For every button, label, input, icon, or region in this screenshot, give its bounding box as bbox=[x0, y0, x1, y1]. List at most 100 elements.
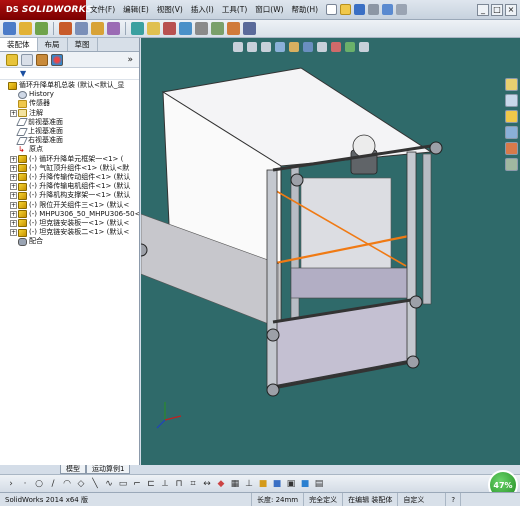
expand-toggle[interactable]: + bbox=[10, 210, 17, 218]
menu-insert[interactable]: 插入(I) bbox=[187, 0, 218, 20]
tree-item[interactable]: + (-) 坦克链安装板二<1> (默认< bbox=[0, 228, 139, 237]
expand-toggle[interactable]: + bbox=[10, 192, 17, 200]
polygon-icon[interactable]: ◇ bbox=[76, 479, 86, 489]
dimension-icon[interactable]: ↔ bbox=[202, 479, 212, 489]
undo-icon[interactable] bbox=[382, 4, 394, 15]
expand-toggle[interactable]: + bbox=[10, 173, 17, 181]
tree-item[interactable]: History bbox=[0, 90, 139, 99]
slot-icon[interactable]: ⊏ bbox=[146, 479, 156, 489]
box-icon[interactable]: ▣ bbox=[286, 479, 296, 489]
linear-pattern-icon[interactable] bbox=[91, 22, 104, 35]
expand-toggle[interactable]: + bbox=[10, 229, 17, 237]
show-hidden-icon[interactable] bbox=[131, 22, 144, 35]
tab-motion-study[interactable]: 运动算例1 bbox=[86, 465, 131, 474]
reference-geometry-icon[interactable] bbox=[163, 22, 176, 35]
tab-model[interactable]: 模型 bbox=[60, 465, 86, 474]
funnel-icon[interactable]: ▼ bbox=[20, 69, 26, 78]
menu-help[interactable]: 帮助(H) bbox=[288, 0, 323, 20]
tree-item[interactable]: + (-) 升降传输电机组件<1> (默认 bbox=[0, 182, 139, 191]
relation-icon[interactable]: ⊥ bbox=[244, 479, 254, 489]
minimize-button[interactable]: _ bbox=[477, 3, 489, 16]
color-icon[interactable]: ■ bbox=[258, 479, 268, 489]
print-icon[interactable] bbox=[368, 4, 380, 15]
tree-item[interactable]: + (-) 升降机构支撑架一<1> (默认 bbox=[0, 191, 139, 200]
offset-icon[interactable]: ⊓ bbox=[174, 479, 184, 489]
spline-icon[interactable]: ∿ bbox=[104, 479, 114, 489]
home-icon[interactable] bbox=[505, 78, 518, 91]
corner-icon[interactable]: ⌐ bbox=[132, 479, 142, 489]
point-icon[interactable]: · bbox=[20, 479, 30, 489]
view-palette-icon[interactable] bbox=[505, 126, 518, 139]
tree-filter[interactable]: ▼ bbox=[0, 68, 139, 80]
bill-of-materials-icon[interactable] bbox=[195, 22, 208, 35]
close-button[interactable]: × bbox=[505, 3, 517, 16]
chevron-icon[interactable]: › bbox=[6, 479, 16, 489]
tree-item[interactable]: 传感器 bbox=[0, 99, 139, 108]
menu-view[interactable]: 视图(V) bbox=[153, 0, 187, 20]
arc-icon[interactable]: ◠ bbox=[62, 479, 72, 489]
smart-dimension-icon[interactable] bbox=[35, 22, 48, 35]
open-folder-icon[interactable] bbox=[340, 4, 352, 15]
tab-assembly[interactable]: 装配体 bbox=[0, 38, 38, 51]
interference-detection-icon[interactable] bbox=[227, 22, 240, 35]
tree-item[interactable]: + (-) 气缸顶升组件<1> (默认<默 bbox=[0, 164, 139, 173]
tab-layout[interactable]: 布局 bbox=[38, 38, 68, 51]
sketch-tool-icon[interactable] bbox=[19, 22, 32, 35]
expand-toggle[interactable]: + bbox=[10, 183, 17, 191]
design-library-icon[interactable] bbox=[505, 94, 518, 107]
move-component-icon[interactable] bbox=[107, 22, 120, 35]
mirror-icon[interactable]: ⌗ bbox=[188, 479, 198, 489]
part-icon[interactable]: ■ bbox=[272, 479, 282, 489]
select-icon[interactable] bbox=[396, 4, 408, 15]
configuration-manager-icon[interactable] bbox=[36, 53, 48, 66]
tree-item[interactable]: 右视基准面 bbox=[0, 136, 139, 145]
tree-item[interactable]: + (-) 坦克链安装板一<1> (默认< bbox=[0, 219, 139, 228]
tree-item[interactable]: 上视基准面 bbox=[0, 127, 139, 136]
tree-item[interactable]: + (-) 限位开关组件三<1> (默认< bbox=[0, 200, 139, 210]
exploded-view-icon[interactable] bbox=[211, 22, 224, 35]
expand-toggle[interactable]: + bbox=[10, 109, 17, 117]
new-document-icon[interactable] bbox=[326, 4, 338, 15]
graphics-viewport[interactable] bbox=[141, 38, 520, 465]
property-manager-icon[interactable] bbox=[21, 53, 33, 66]
tree-item[interactable]: + 注解 bbox=[0, 109, 139, 118]
line-icon[interactable]: / bbox=[48, 479, 58, 489]
display-manager-icon[interactable] bbox=[51, 53, 63, 66]
tree-item[interactable]: 前视基准面 bbox=[0, 118, 139, 127]
expand-toggle[interactable]: + bbox=[10, 219, 17, 227]
custom-properties-icon[interactable] bbox=[505, 158, 518, 171]
insert-component-icon[interactable] bbox=[59, 22, 72, 35]
tag-icon[interactable]: ◆ bbox=[216, 479, 226, 489]
assembly-features-icon[interactable] bbox=[147, 22, 160, 35]
menu-edit[interactable]: 编辑(E) bbox=[119, 0, 153, 20]
new-motion-study-icon[interactable] bbox=[179, 22, 192, 35]
menu-tools[interactable]: 工具(T) bbox=[218, 0, 251, 20]
units-custom[interactable]: 自定义 bbox=[398, 492, 447, 506]
feature-manager-icon[interactable] bbox=[6, 53, 18, 66]
solidworks-logo[interactable]: DS SOLIDWORKS bbox=[0, 0, 92, 20]
tree-root[interactable]: 循环升降单机总装 (默认<默认_显 bbox=[0, 81, 139, 90]
instant3d-icon[interactable] bbox=[243, 22, 256, 35]
tree-item[interactable]: + (-) 循环升降单元框架一<1> ( bbox=[0, 155, 139, 164]
centerline-icon[interactable]: ╲ bbox=[90, 479, 100, 489]
view-cube-icon[interactable]: ■ bbox=[300, 479, 310, 489]
menu-window[interactable]: 窗口(W) bbox=[251, 0, 287, 20]
collapse-panel-button[interactable]: » bbox=[127, 55, 133, 65]
appearances-icon[interactable] bbox=[505, 142, 518, 155]
tree-item[interactable]: 配合 bbox=[0, 237, 139, 246]
circle-icon[interactable]: ○ bbox=[34, 479, 44, 489]
menu-file[interactable]: 文件(F) bbox=[86, 0, 119, 20]
trim-icon[interactable]: ⟂ bbox=[160, 479, 170, 489]
tree-item[interactable]: + (-) 升降传输传动组件<1> (默认 bbox=[0, 173, 139, 182]
tab-sketch[interactable]: 草图 bbox=[68, 38, 98, 51]
select-tool-icon[interactable] bbox=[3, 22, 16, 35]
help-button[interactable]: ? bbox=[446, 492, 462, 506]
restore-button[interactable]: □ bbox=[491, 3, 503, 16]
pattern-icon[interactable]: ▦ bbox=[230, 479, 240, 489]
expand-toggle[interactable]: + bbox=[10, 164, 17, 172]
file-explorer-icon[interactable] bbox=[505, 110, 518, 123]
layer-icon[interactable]: ▤ bbox=[314, 479, 324, 489]
expand-toggle[interactable]: + bbox=[10, 201, 17, 209]
mate-icon[interactable] bbox=[75, 22, 88, 35]
tree-item[interactable]: ↳ 原点 bbox=[0, 145, 139, 154]
